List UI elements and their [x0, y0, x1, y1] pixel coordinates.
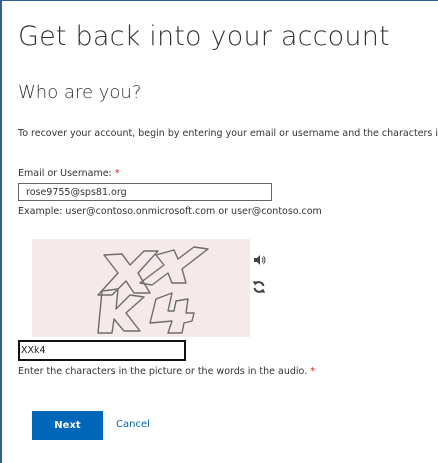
captcha-distorted-text	[97, 246, 209, 334]
page-subtitle: Who are you?	[18, 82, 142, 103]
email-example-hint: Example: user@contoso.onmicrosoft.com or…	[18, 206, 322, 217]
next-button[interactable]: Next	[32, 411, 103, 440]
captcha-input[interactable]	[18, 340, 186, 361]
required-marker: *	[114, 168, 120, 179]
email-field[interactable]	[18, 183, 272, 201]
speaker-icon[interactable]	[253, 252, 267, 266]
required-marker: *	[310, 366, 315, 377]
window-frame-left	[0, 0, 2, 463]
page-title: Get back into your account	[18, 21, 390, 52]
email-label: Email or Username: *	[18, 168, 120, 179]
captcha-hint: Enter the characters in the picture or t…	[18, 366, 315, 377]
email-label-text: Email or Username:	[18, 168, 115, 179]
captcha-image	[32, 239, 250, 337]
instructions-text: To recover your account, begin by enteri…	[18, 128, 438, 139]
refresh-icon[interactable]	[252, 279, 266, 293]
captcha-hint-text: Enter the characters in the picture or t…	[18, 366, 311, 377]
cancel-link[interactable]: Cancel	[116, 419, 150, 430]
recovery-form: Get back into your account Who are you? …	[18, 0, 438, 463]
